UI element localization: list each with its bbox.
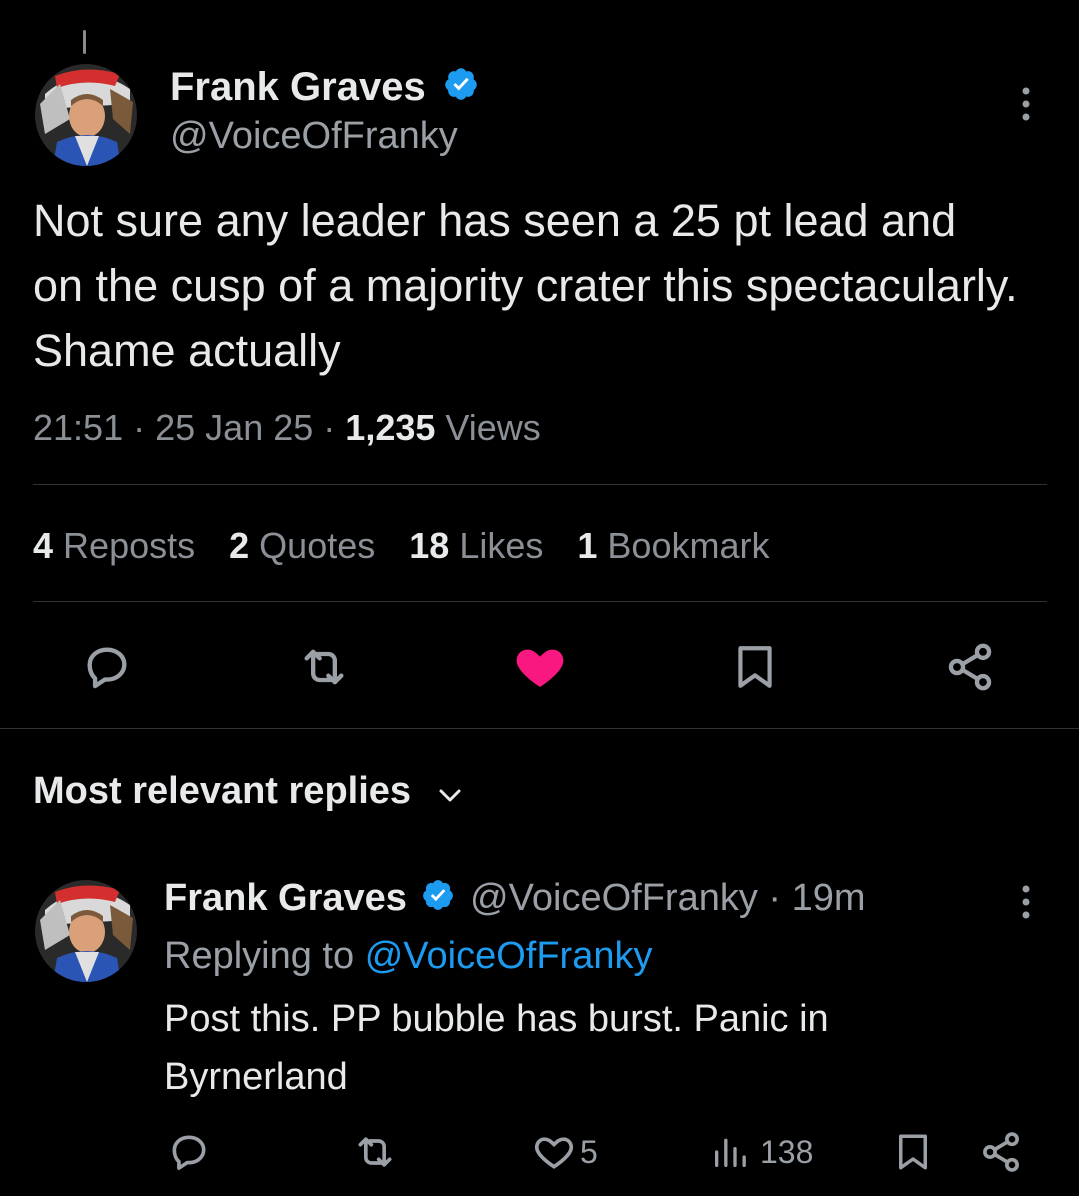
bookmark-button[interactable] [727,638,783,696]
replies-sort-dropdown[interactable]: Most relevant replies [33,768,464,816]
reply-icon [87,647,127,689]
author-name-text[interactable]: Frank Graves [170,65,426,109]
replies-section-title: Most relevant replies [33,770,412,812]
repost-button[interactable] [294,638,354,696]
divider [33,601,1047,602]
separator-dot: · [133,407,146,448]
reply-repost-button[interactable] [350,1128,400,1176]
reply-text-line-1: Post this. PP bubble has burst. Panic in [164,998,829,1040]
reply-avatar[interactable] [35,880,137,982]
heart-filled-icon [516,649,564,687]
reply-reply-button[interactable] [164,1128,214,1176]
reply-text: Post this. PP bubble has burst. Panic in… [164,990,1044,1106]
reply-more-options-icon[interactable] [1012,884,1040,920]
views-count: 1,235 [345,407,436,448]
tweet-meta: 21:51 · 25 Jan 25 · 1,235 Views [33,406,541,450]
reply-bookmark-button[interactable] [890,1128,936,1176]
repost-icon [358,1137,392,1167]
divider [33,484,1047,485]
quotes-label: Quotes [259,525,376,566]
bookmarks-stat[interactable]: 1 Bookmark [577,524,769,568]
verified-badge-icon [443,66,479,112]
tweet-time[interactable]: 21:51 [33,407,123,448]
reply-header: Frank Graves @VoiceOfFranky · 19m [164,874,866,924]
replying-to: Replying to @VoiceOfFranky [164,932,652,980]
more-options-icon[interactable] [1012,86,1040,122]
reply-like-button[interactable]: 5 [532,1128,598,1176]
section-divider [0,728,1079,729]
likes-stat[interactable]: 18 Likes [409,524,543,568]
like-button[interactable] [510,636,570,696]
views-chart-icon [715,1138,746,1167]
avatar[interactable] [35,64,137,166]
reply-text-line-2: Byrnerland [164,1056,348,1098]
reply-share-button[interactable] [978,1128,1024,1176]
bookmark-icon [899,1134,927,1170]
tweet-date[interactable]: 25 Jan 25 [155,407,313,448]
reply-views-button[interactable]: 138 [710,1128,813,1176]
separator-dot: · [768,877,782,919]
tweet-stats: 4 Reposts 2 Quotes 18 Likes 1 Bookmark [33,524,803,568]
author-name[interactable]: Frank Graves [170,64,479,112]
reply-age[interactable]: 19m [792,877,866,919]
repost-icon [304,649,344,685]
reply-likes-count: 5 [580,1133,598,1170]
replying-to-label: Replying to [164,935,355,977]
quotes-count: 2 [229,525,250,566]
verified-badge-icon [421,876,455,924]
bookmarks-count: 1 [577,525,598,566]
author-handle[interactable]: @VoiceOfFranky [170,114,458,158]
reposts-count: 4 [33,525,54,566]
share-button[interactable] [942,638,998,696]
chevron-down-icon [436,770,464,816]
reply-views-count: 138 [760,1133,814,1170]
thread-line [83,30,86,54]
reply-icon [172,1135,206,1170]
tweet-text: Not sure any leader has seen a 25 pt lea… [33,195,1018,376]
reply-author-handle[interactable]: @VoiceOfFranky [470,877,758,919]
heart-icon [534,1137,574,1169]
likes-label: Likes [459,525,544,566]
reply-author-name[interactable]: Frank Graves [164,877,407,919]
likes-count: 18 [409,525,450,566]
separator-dot: · [323,407,336,448]
replying-to-handle-link[interactable]: @VoiceOfFranky [365,935,653,977]
reply-button[interactable] [78,638,136,696]
reposts-stat[interactable]: 4 Reposts [33,524,195,568]
views-label: Views [445,407,541,448]
quotes-stat[interactable]: 2 Quotes [229,524,375,568]
bookmarks-label: Bookmark [607,525,770,566]
bookmark-icon [738,646,772,688]
reposts-label: Reposts [63,525,196,566]
share-icon [983,1132,1019,1172]
share-icon [948,643,992,691]
